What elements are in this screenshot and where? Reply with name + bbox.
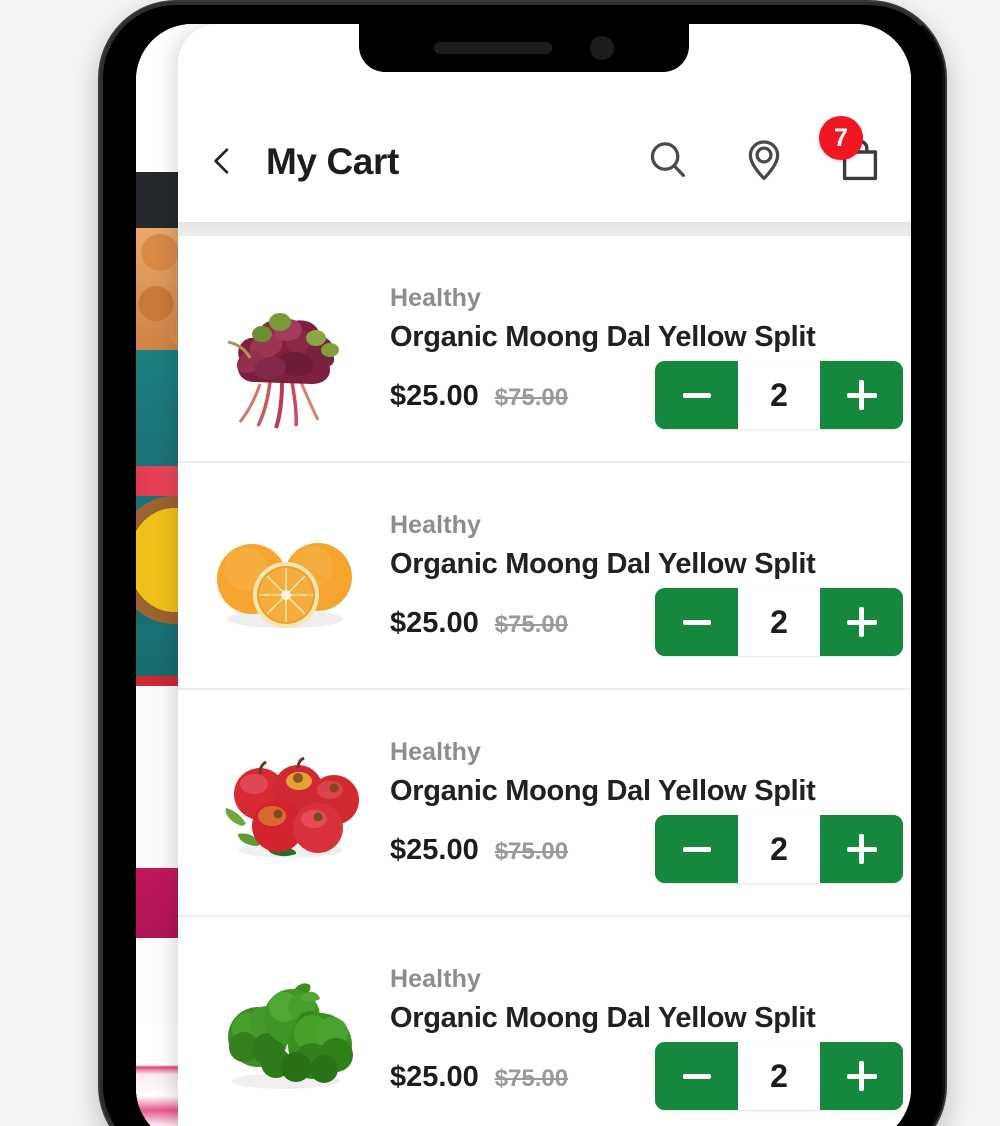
decrease-quantity-button[interactable] (655, 815, 738, 883)
plus-icon (846, 1061, 877, 1091)
item-old-price: $75.00 (494, 384, 569, 411)
item-price: $25.00 (390, 607, 479, 639)
plus-icon (846, 607, 877, 637)
plus-icon (846, 380, 877, 410)
quantity-stepper[interactable]: 2 (655, 815, 903, 883)
red-amaranth-greens-image (200, 263, 370, 434)
quantity-stepper[interactable]: 2 (655, 588, 903, 656)
cart-item-list: Healthy Organic Moong Dal Yellow Split $… (178, 236, 911, 1126)
header-divider (178, 222, 911, 236)
minus-icon (682, 392, 711, 398)
item-name: Organic Moong Dal Yellow Split (390, 1002, 816, 1034)
minus-icon (682, 846, 711, 852)
quantity-stepper[interactable]: 2 (655, 1042, 903, 1110)
cart-button[interactable]: 7 (819, 116, 885, 186)
back-button[interactable] (200, 138, 244, 186)
phone-notch (358, 24, 689, 72)
quantity-value: 2 (738, 588, 820, 656)
increase-quantity-button[interactable] (820, 815, 903, 883)
earpiece-speaker (433, 42, 552, 54)
cart-row[interactable]: Healthy Organic Moong Dal Yellow Split $… (178, 917, 911, 1126)
minus-icon (682, 1073, 711, 1079)
phone-screen: My Cart 7 Healthy Organic Moong Dal Yell… (136, 24, 911, 1126)
cart-badge: 7 (819, 116, 863, 160)
item-old-price: $75.00 (494, 1065, 569, 1092)
item-name: Organic Moong Dal Yellow Split (390, 321, 816, 353)
search-button[interactable] (643, 136, 693, 186)
item-name: Organic Moong Dal Yellow Split (390, 775, 816, 807)
decrease-quantity-button[interactable] (655, 1042, 738, 1110)
quantity-value: 2 (738, 361, 820, 429)
screenshot-canvas: My Cart 7 Healthy Organic Moong Dal Yell… (0, 0, 1000, 1126)
oranges-image (200, 490, 370, 661)
broccoli-image (200, 944, 370, 1115)
item-category: Healthy (390, 738, 482, 766)
item-price: $25.00 (390, 834, 479, 866)
quantity-value: 2 (738, 815, 820, 883)
item-old-price: $75.00 (494, 611, 569, 638)
decrease-quantity-button[interactable] (655, 588, 738, 656)
quantity-stepper[interactable]: 2 (655, 361, 903, 429)
page-title: My Cart (266, 141, 399, 182)
quantity-value: 2 (738, 1042, 820, 1110)
cart-row[interactable]: Healthy Organic Moong Dal Yellow Split $… (178, 236, 911, 463)
header-actions: 7 (643, 116, 885, 186)
front-camera (589, 36, 614, 60)
increase-quantity-button[interactable] (820, 1042, 903, 1110)
item-name: Organic Moong Dal Yellow Split (390, 548, 816, 580)
location-button[interactable] (739, 136, 789, 186)
location-pin-icon (741, 137, 787, 186)
header-left-group: My Cart (200, 138, 643, 186)
item-price: $25.00 (390, 380, 479, 412)
cart-row[interactable]: Healthy Organic Moong Dal Yellow Split $… (178, 690, 911, 917)
red-apples-image (200, 717, 370, 888)
minus-icon (682, 619, 711, 625)
plus-icon (846, 834, 877, 864)
item-category: Healthy (390, 284, 482, 312)
search-icon (645, 137, 691, 186)
item-category: Healthy (390, 511, 482, 539)
decrease-quantity-button[interactable] (655, 361, 738, 429)
chevron-left-icon (205, 144, 239, 181)
increase-quantity-button[interactable] (820, 588, 903, 656)
item-old-price: $75.00 (494, 838, 569, 865)
increase-quantity-button[interactable] (820, 361, 903, 429)
cart-screen: My Cart 7 Healthy Organic Moong Dal Yell… (178, 24, 911, 1126)
item-category: Healthy (390, 965, 482, 993)
item-price: $25.00 (390, 1061, 479, 1093)
cart-row[interactable]: Healthy Organic Moong Dal Yellow Split $… (178, 463, 911, 690)
phone-frame: My Cart 7 Healthy Organic Moong Dal Yell… (100, 2, 945, 1126)
